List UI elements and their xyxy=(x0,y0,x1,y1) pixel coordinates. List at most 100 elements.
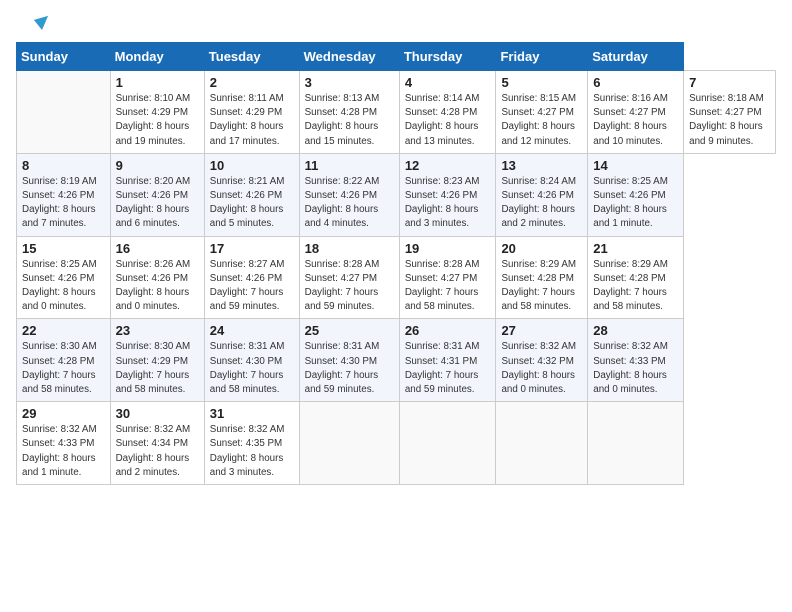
day-info: Sunrise: 8:10 AMSunset: 4:29 PMDaylight:… xyxy=(116,92,199,149)
day-info: Sunrise: 8:24 AMSunset: 4:26 PMDaylight:… xyxy=(501,175,582,232)
day-number: 4 xyxy=(405,75,491,90)
day-header-monday: Monday xyxy=(110,43,204,71)
calendar-day-cell: 9Sunrise: 8:20 AMSunset: 4:26 PMDaylight… xyxy=(110,153,204,236)
calendar-day-cell xyxy=(399,402,496,485)
day-info: Sunrise: 8:15 AMSunset: 4:27 PMDaylight:… xyxy=(501,92,582,149)
calendar-day-cell: 28 Sunrise: 8:32 AMSunset: 4:33 PMDayligh… xyxy=(588,319,684,402)
day-number: 30 xyxy=(116,406,199,421)
day-number: 15 xyxy=(22,241,105,256)
day-info: Sunrise: 8:11 AMSunset: 4:29 PMDaylight:… xyxy=(210,92,294,149)
calendar-day-cell xyxy=(496,402,588,485)
day-number: 17 xyxy=(210,241,294,256)
page-header xyxy=(16,16,776,30)
calendar-week-row: 1 Sunrise: 8:10 AMSunset: 4:29 PMDaylight… xyxy=(17,71,776,154)
day-number: 27 xyxy=(501,323,582,338)
calendar-day-cell: 3Sunrise: 8:13 AMSunset: 4:28 PMDaylight… xyxy=(299,71,399,154)
calendar-day-cell: 1 Sunrise: 8:10 AMSunset: 4:29 PMDaylight… xyxy=(110,71,204,154)
day-info: Sunrise: 8:21 AMSunset: 4:26 PMDaylight:… xyxy=(210,175,294,232)
day-number: 18 xyxy=(305,241,394,256)
calendar-header-row: SundayMondayTuesdayWednesdayThursdayFrid… xyxy=(17,43,776,71)
day-info: Sunrise: 8:18 AMSunset: 4:27 PMDaylight:… xyxy=(689,92,770,149)
day-number: 24 xyxy=(210,323,294,338)
calendar-day-cell xyxy=(17,71,111,154)
day-info: Sunrise: 8:25 AMSunset: 4:26 PMDaylight:… xyxy=(593,175,678,232)
calendar-day-cell: 17 Sunrise: 8:27 AMSunset: 4:26 PMDayligh… xyxy=(204,236,299,319)
calendar-day-cell: 31 Sunrise: 8:32 AMSunset: 4:35 PMDayligh… xyxy=(204,402,299,485)
day-number: 12 xyxy=(405,158,491,173)
calendar-day-cell: 4Sunrise: 8:14 AMSunset: 4:28 PMDaylight… xyxy=(399,71,496,154)
day-number: 1 xyxy=(116,75,199,90)
calendar-day-cell: 6Sunrise: 8:16 AMSunset: 4:27 PMDaylight… xyxy=(588,71,684,154)
day-number: 26 xyxy=(405,323,491,338)
day-number: 23 xyxy=(116,323,199,338)
calendar-day-cell: 24 Sunrise: 8:31 AMSunset: 4:30 PMDayligh… xyxy=(204,319,299,402)
day-number: 25 xyxy=(305,323,394,338)
day-number: 31 xyxy=(210,406,294,421)
day-info: Sunrise: 8:32 AMSunset: 4:33 PMDaylight:… xyxy=(593,340,678,397)
calendar-day-cell: 27 Sunrise: 8:32 AMSunset: 4:32 PMDayligh… xyxy=(496,319,588,402)
calendar-day-cell: 22 Sunrise: 8:30 AMSunset: 4:28 PMDayligh… xyxy=(17,319,111,402)
day-number: 21 xyxy=(593,241,678,256)
day-header-saturday: Saturday xyxy=(588,43,684,71)
logo-bird-icon xyxy=(20,16,48,36)
calendar-day-cell: 19 Sunrise: 8:28 AMSunset: 4:27 PMDayligh… xyxy=(399,236,496,319)
day-info: Sunrise: 8:30 AMSunset: 4:28 PMDaylight:… xyxy=(22,340,105,397)
calendar-day-cell: 7Sunrise: 8:18 AMSunset: 4:27 PMDaylight… xyxy=(684,71,776,154)
calendar-day-cell: 29Sunrise: 8:32 AMSunset: 4:33 PMDayligh… xyxy=(17,402,111,485)
calendar-day-cell: 10 Sunrise: 8:21 AMSunset: 4:26 PMDayligh… xyxy=(204,153,299,236)
day-number: 2 xyxy=(210,75,294,90)
day-info: Sunrise: 8:26 AMSunset: 4:26 PMDaylight:… xyxy=(116,258,199,315)
calendar-table: SundayMondayTuesdayWednesdayThursdayFrid… xyxy=(16,42,776,485)
calendar-week-row: 29Sunrise: 8:32 AMSunset: 4:33 PMDayligh… xyxy=(17,402,776,485)
calendar-day-cell: 26 Sunrise: 8:31 AMSunset: 4:31 PMDayligh… xyxy=(399,319,496,402)
calendar-day-cell: 15 Sunrise: 8:25 AMSunset: 4:26 PMDayligh… xyxy=(17,236,111,319)
day-header-sunday: Sunday xyxy=(17,43,111,71)
day-number: 29 xyxy=(22,406,105,421)
day-number: 28 xyxy=(593,323,678,338)
calendar-week-row: 15 Sunrise: 8:25 AMSunset: 4:26 PMDayligh… xyxy=(17,236,776,319)
calendar-day-cell: 23Sunrise: 8:30 AMSunset: 4:29 PMDayligh… xyxy=(110,319,204,402)
day-number: 13 xyxy=(501,158,582,173)
day-number: 5 xyxy=(501,75,582,90)
calendar-week-row: 22 Sunrise: 8:30 AMSunset: 4:28 PMDayligh… xyxy=(17,319,776,402)
logo xyxy=(16,16,48,30)
calendar-day-cell: 18Sunrise: 8:28 AMSunset: 4:27 PMDayligh… xyxy=(299,236,399,319)
day-header-tuesday: Tuesday xyxy=(204,43,299,71)
day-info: Sunrise: 8:27 AMSunset: 4:26 PMDaylight:… xyxy=(210,258,294,315)
day-number: 11 xyxy=(305,158,394,173)
day-number: 19 xyxy=(405,241,491,256)
calendar-day-cell: 25 Sunrise: 8:31 AMSunset: 4:30 PMDayligh… xyxy=(299,319,399,402)
day-info: Sunrise: 8:31 AMSunset: 4:30 PMDaylight:… xyxy=(210,340,294,397)
day-number: 20 xyxy=(501,241,582,256)
day-number: 8 xyxy=(22,158,105,173)
day-number: 22 xyxy=(22,323,105,338)
calendar-day-cell: 2 Sunrise: 8:11 AMSunset: 4:29 PMDaylight… xyxy=(204,71,299,154)
day-info: Sunrise: 8:19 AMSunset: 4:26 PMDaylight:… xyxy=(22,175,105,232)
day-info: Sunrise: 8:23 AMSunset: 4:26 PMDaylight:… xyxy=(405,175,491,232)
day-info: Sunrise: 8:32 AMSunset: 4:32 PMDaylight:… xyxy=(501,340,582,397)
calendar-day-cell xyxy=(588,402,684,485)
calendar-day-cell: 11Sunrise: 8:22 AMSunset: 4:26 PMDayligh… xyxy=(299,153,399,236)
calendar-day-cell: 30Sunrise: 8:32 AMSunset: 4:34 PMDayligh… xyxy=(110,402,204,485)
day-number: 10 xyxy=(210,158,294,173)
calendar-day-cell: 8 Sunrise: 8:19 AMSunset: 4:26 PMDaylight… xyxy=(17,153,111,236)
calendar-day-cell: 20 Sunrise: 8:29 AMSunset: 4:28 PMDayligh… xyxy=(496,236,588,319)
day-number: 3 xyxy=(305,75,394,90)
day-info: Sunrise: 8:32 AMSunset: 4:35 PMDaylight:… xyxy=(210,423,294,480)
day-info: Sunrise: 8:29 AMSunset: 4:28 PMDaylight:… xyxy=(593,258,678,315)
calendar-day-cell: 5 Sunrise: 8:15 AMSunset: 4:27 PMDaylight… xyxy=(496,71,588,154)
day-info: Sunrise: 8:25 AMSunset: 4:26 PMDaylight:… xyxy=(22,258,105,315)
day-info: Sunrise: 8:28 AMSunset: 4:27 PMDaylight:… xyxy=(405,258,491,315)
day-info: Sunrise: 8:31 AMSunset: 4:30 PMDaylight:… xyxy=(305,340,394,397)
day-info: Sunrise: 8:31 AMSunset: 4:31 PMDaylight:… xyxy=(405,340,491,397)
calendar-day-cell: 21 Sunrise: 8:29 AMSunset: 4:28 PMDayligh… xyxy=(588,236,684,319)
day-header-wednesday: Wednesday xyxy=(299,43,399,71)
day-number: 14 xyxy=(593,158,678,173)
day-header-thursday: Thursday xyxy=(399,43,496,71)
calendar-day-cell: 12 Sunrise: 8:23 AMSunset: 4:26 PMDayligh… xyxy=(399,153,496,236)
day-info: Sunrise: 8:16 AMSunset: 4:27 PMDaylight:… xyxy=(593,92,678,149)
calendar-week-row: 8 Sunrise: 8:19 AMSunset: 4:26 PMDaylight… xyxy=(17,153,776,236)
day-info: Sunrise: 8:29 AMSunset: 4:28 PMDaylight:… xyxy=(501,258,582,315)
day-number: 16 xyxy=(116,241,199,256)
day-info: Sunrise: 8:20 AMSunset: 4:26 PMDaylight:… xyxy=(116,175,199,232)
